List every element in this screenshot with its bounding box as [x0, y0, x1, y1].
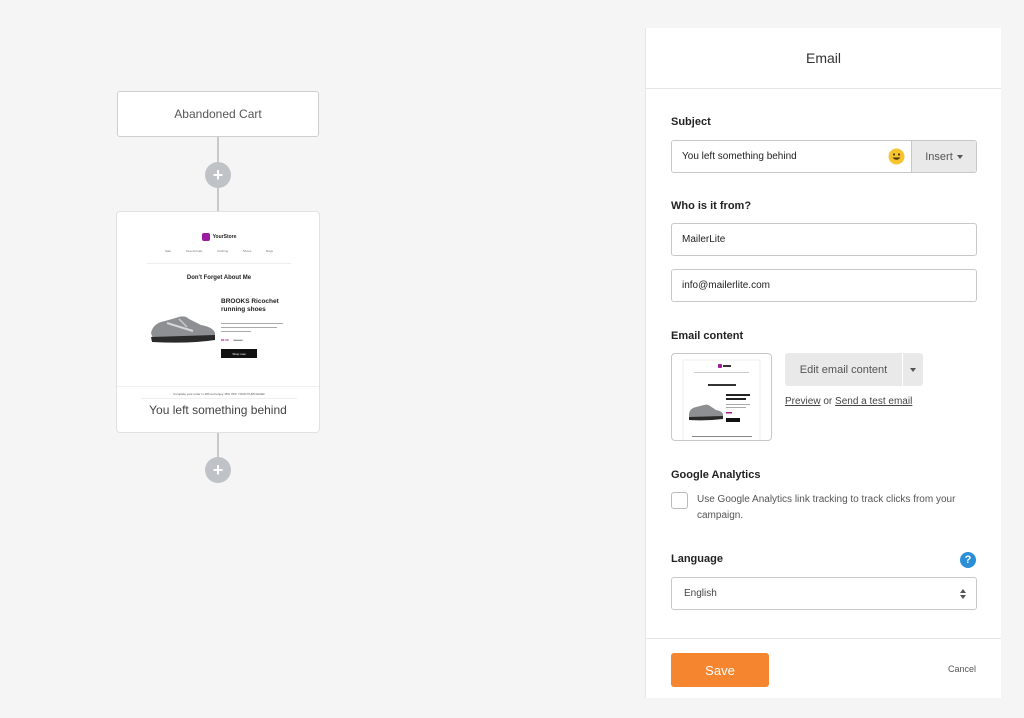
mini-email-preview: YourStore Sale New Arrivals Clothing Sho…: [141, 225, 297, 398]
google-analytics-checkbox[interactable]: [671, 492, 688, 509]
email-content-label: Email content: [671, 330, 744, 342]
subject-input[interactable]: [672, 141, 881, 172]
email-content-thumbnail[interactable]: [671, 353, 772, 441]
email-settings-panel: Email Subject Insert Who is it from? Ma: [645, 28, 1001, 698]
preview-nav-item: New Arrivals: [185, 249, 203, 253]
preview-price-row: $0.00 $00.00: [221, 338, 243, 342]
email-step-node[interactable]: YourStore Sale New Arrivals Clothing Sho…: [116, 211, 320, 433]
language-label: Language: [671, 553, 723, 565]
preview-product-title: BROOKS Ricochet running shoes: [221, 298, 279, 313]
email-step-caption: You left something behind: [117, 386, 319, 432]
cancel-link[interactable]: Cancel: [948, 664, 976, 674]
or-text: or: [823, 396, 833, 407]
google-analytics-description: Use Google Analytics link tracking to tr…: [697, 494, 956, 521]
workflow-canvas: Abandoned Cart + YourStore Sale New Arri…: [0, 0, 645, 718]
store-name: YourStore: [212, 234, 237, 240]
preview-old-price: $00.00: [233, 338, 243, 342]
language-select[interactable]: English: [671, 577, 977, 610]
preview-description-line: [221, 327, 277, 328]
language-selected-value: English: [684, 588, 717, 599]
preview-nav-item: Shoes: [242, 249, 252, 253]
shoe-image-icon: [151, 316, 215, 343]
edit-email-content-label: Edit email content: [785, 353, 903, 386]
preview-headline: Don't Forget About Me: [186, 275, 252, 281]
save-button[interactable]: Save: [671, 653, 769, 687]
preview-nav-item: Bags: [266, 249, 273, 253]
panel-title: Email: [805, 50, 841, 66]
preview-description-line: [221, 331, 251, 332]
trigger-node-abandoned-cart[interactable]: Abandoned Cart: [117, 91, 319, 137]
preview-shop-button: Shop now: [221, 349, 257, 358]
add-step-button[interactable]: +: [205, 162, 231, 188]
email-thumbnail-image: [682, 359, 761, 440]
preview-link[interactable]: Preview: [785, 396, 821, 407]
add-step-button[interactable]: +: [205, 457, 231, 483]
smiley-emoji-icon: [888, 148, 904, 165]
trigger-label: Abandoned Cart: [174, 107, 262, 121]
sender-email-value: info@mailerlite.com: [682, 280, 770, 291]
emoji-picker-button[interactable]: [881, 141, 911, 172]
preview-price: $0.00: [221, 338, 229, 342]
panel-header: Email: [646, 28, 1001, 89]
plus-icon: +: [212, 460, 224, 480]
plus-icon: +: [212, 165, 224, 185]
preview-description-line: [221, 323, 283, 324]
sender-email-input[interactable]: info@mailerlite.com: [671, 269, 977, 302]
store-logo-icon: [201, 233, 210, 241]
google-analytics-label: Google Analytics: [671, 469, 761, 481]
send-test-email-link[interactable]: Send a test email: [835, 396, 912, 407]
preview-nav-item: Sale: [165, 249, 172, 253]
panel-footer: Save Cancel: [646, 638, 1001, 698]
select-arrows-icon: [960, 588, 966, 599]
insert-dropdown-button[interactable]: Insert: [911, 141, 976, 172]
preview-nav-item: Clothing: [217, 249, 229, 253]
help-icon[interactable]: ?: [960, 552, 976, 568]
from-label: Who is it from?: [671, 200, 752, 212]
edit-email-dropdown-toggle[interactable]: [903, 353, 923, 386]
preview-divider: [147, 263, 291, 264]
caret-down-icon: [956, 154, 963, 159]
sender-name-value: MailerLite: [682, 234, 726, 245]
edit-email-content-button[interactable]: Edit email content: [785, 353, 923, 386]
store-logo: YourStore: [141, 233, 297, 241]
sender-name-input[interactable]: MailerLite: [671, 223, 977, 256]
caret-down-icon: [910, 367, 916, 372]
subject-label: Subject: [671, 116, 711, 128]
email-preview-thumbnail: YourStore Sale New Arrivals Clothing Sho…: [141, 225, 297, 399]
insert-label: Insert: [925, 150, 953, 163]
preview-nav: Sale New Arrivals Clothing Shoes Bags: [165, 249, 273, 253]
content-links: Preview or Send a test email: [785, 396, 912, 407]
subject-field-group: Insert: [671, 140, 977, 173]
